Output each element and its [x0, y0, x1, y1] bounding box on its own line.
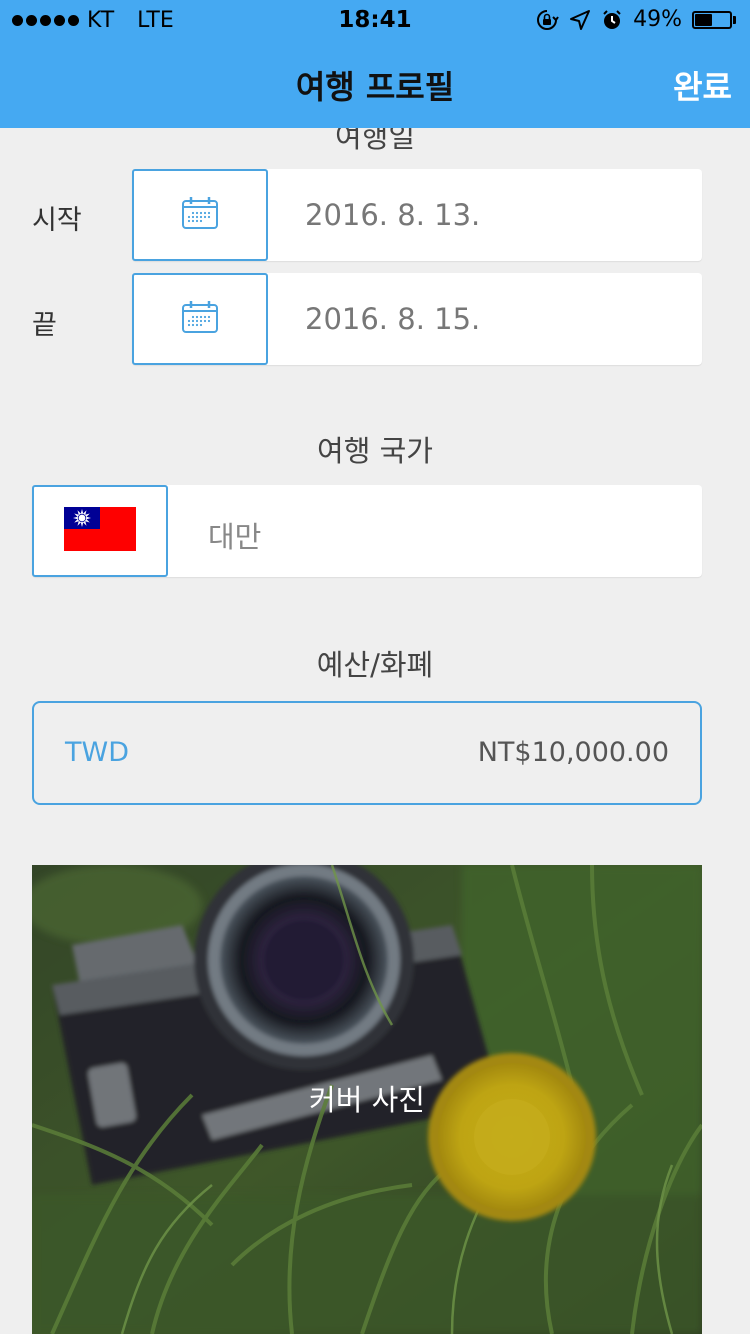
calendar-icon: [181, 300, 219, 338]
country-section-title: 여행 국가: [317, 434, 433, 468]
budget-section-title: 예산/화폐: [316, 648, 434, 682]
start-date-value: 2016. 8. 13.: [305, 198, 481, 232]
orientation-lock-icon: [535, 8, 559, 32]
cover-photo[interactable]: 커버 사진: [32, 865, 702, 1334]
end-label: 끝: [32, 310, 57, 341]
currency-code: TWD: [65, 737, 129, 768]
calendar-icon: [181, 196, 219, 234]
taiwan-flag-icon: [64, 507, 136, 555]
location-arrow-icon: [569, 9, 591, 31]
start-label: 시작: [32, 205, 82, 236]
alarm-icon: [601, 9, 623, 31]
country-flag-button[interactable]: [32, 485, 168, 577]
end-date-calendar-button[interactable]: [132, 273, 268, 365]
done-button[interactable]: 완료: [673, 62, 732, 108]
start-date-field[interactable]: 2016. 8. 13.: [132, 169, 702, 261]
country-value: 대만: [208, 520, 262, 554]
end-date-value: 2016. 8. 15.: [305, 302, 481, 336]
page-title: 여행 프로필: [295, 68, 455, 106]
trip-profile-screen: KT LTE 18:41 49% 여행 프로필 완료 여행일 시작 2016. …: [0, 0, 750, 1334]
battery-icon: [692, 10, 736, 29]
end-date-field[interactable]: 2016. 8. 15.: [132, 273, 702, 365]
start-date-calendar-button[interactable]: [132, 169, 268, 261]
cover-photo-caption: 커버 사진: [309, 1083, 425, 1117]
budget-field[interactable]: TWD NT$10,000.00: [32, 701, 702, 805]
battery-percent: 49%: [633, 7, 682, 32]
top-bar: KT LTE 18:41 49% 여행 프로필 완료: [0, 0, 750, 128]
country-field[interactable]: 대만: [32, 485, 702, 577]
status-bar: KT LTE 18:41 49%: [0, 0, 750, 40]
budget-amount: NT$10,000.00: [477, 737, 669, 768]
